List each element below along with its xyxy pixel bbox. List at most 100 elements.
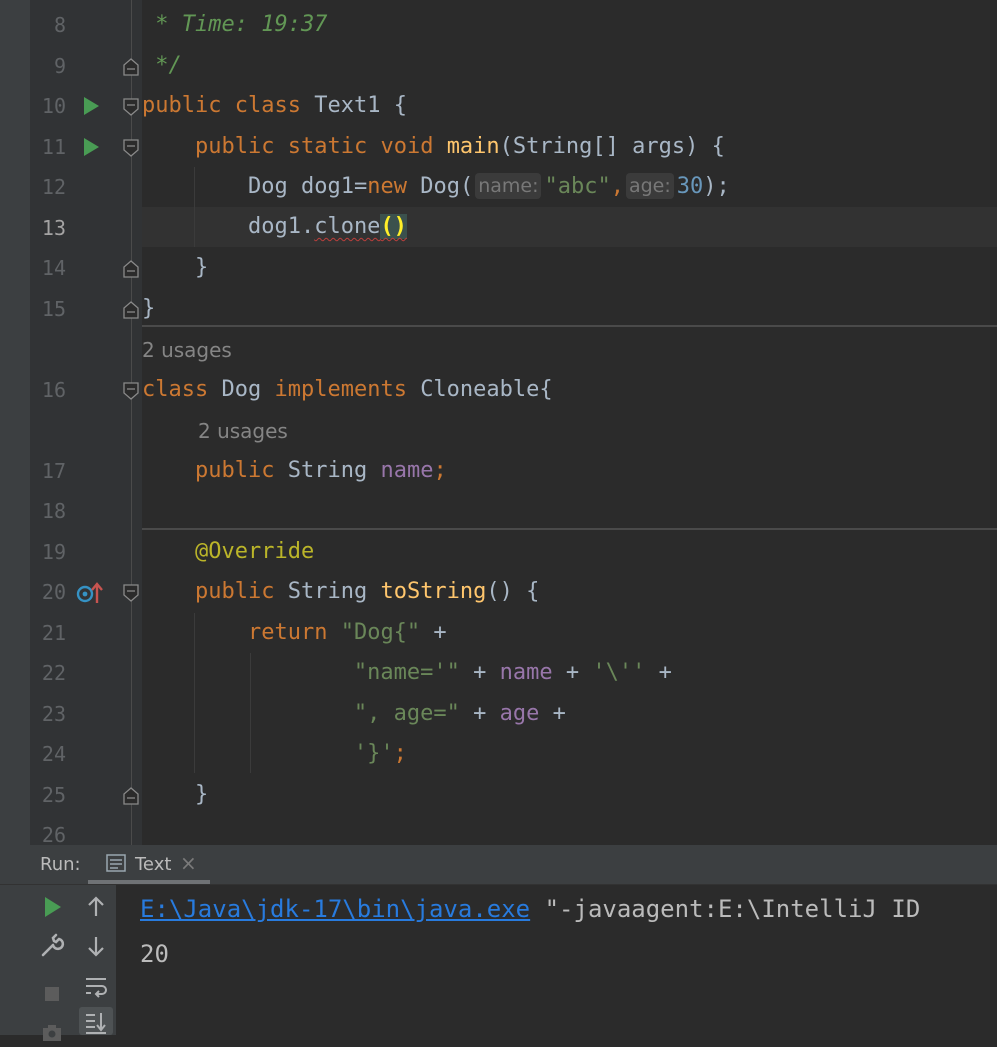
line-number: 8 xyxy=(53,13,66,37)
interface-name: Cloneable xyxy=(420,377,540,402)
camera-icon[interactable] xyxy=(38,1019,66,1047)
command-args: "-javaagent:E:\IntelliJ ID xyxy=(530,895,921,923)
code-line-10: public class Text1 { xyxy=(142,86,407,126)
char-literal: '}' xyxy=(353,741,394,766)
code-line-20: public String toString() { xyxy=(142,572,539,612)
method-name: main xyxy=(446,134,500,159)
line-number-current: 13 xyxy=(41,216,66,240)
code-line-17: public String name; xyxy=(142,451,447,491)
usages-inlay[interactable]: 2 usages xyxy=(198,411,288,451)
class-name: Dog xyxy=(221,377,262,402)
fold-start-icon[interactable] xyxy=(123,139,139,157)
char-literal: '\'' xyxy=(592,660,646,685)
rerun-icon[interactable] xyxy=(38,893,66,921)
brace: } xyxy=(194,782,209,807)
console-line-command: E:\Java\jdk-17\bin\java.exe "-javaagent:… xyxy=(140,889,920,929)
operator: + xyxy=(459,660,500,685)
run-panel-header: Run: Text × xyxy=(0,845,997,885)
class-name: Text1 xyxy=(314,93,381,118)
keyword: static xyxy=(287,134,368,159)
brace: } xyxy=(142,296,156,321)
code-line-19: @Override xyxy=(142,532,314,572)
line-number: 9 xyxy=(53,54,66,78)
settings-wrench-icon[interactable] xyxy=(38,932,66,960)
string-literal: "Dog{" xyxy=(340,620,421,645)
code-line-24: '}'; xyxy=(142,734,407,774)
field-name: age xyxy=(499,701,540,726)
console-output-line: 20 xyxy=(140,940,169,968)
keyword: new xyxy=(367,174,407,199)
param-hint-name: name: xyxy=(475,173,542,199)
keyword: void xyxy=(380,134,434,159)
fold-start-icon[interactable] xyxy=(123,98,139,116)
comma: , xyxy=(610,174,624,199)
soft-wrap-icon[interactable] xyxy=(82,972,110,1000)
fold-end-icon[interactable] xyxy=(123,58,139,76)
code-line-25: } xyxy=(142,775,208,815)
line-number: 24 xyxy=(41,742,66,766)
variable: dog1= xyxy=(300,174,368,199)
operator: + xyxy=(420,620,447,645)
brace: { xyxy=(539,377,553,402)
stop-icon[interactable] xyxy=(38,980,66,1008)
keyword: public xyxy=(194,134,275,159)
type: String xyxy=(287,579,368,604)
matched-parens: () xyxy=(380,214,407,239)
object-ref: dog1. xyxy=(247,214,315,239)
code-line-8: * Time: 19:37 xyxy=(142,12,328,37)
keyword: class xyxy=(142,377,209,402)
close-icon[interactable]: × xyxy=(180,851,197,875)
usages-inlay[interactable]: 2 usages xyxy=(142,330,232,370)
line-number: 16 xyxy=(41,378,66,402)
brace: } xyxy=(194,255,209,280)
params: () { xyxy=(486,579,540,604)
operator: + xyxy=(539,701,566,726)
operator: + xyxy=(459,701,500,726)
line-number: 25 xyxy=(41,783,66,807)
operator: + xyxy=(645,660,672,685)
semicolon: ; xyxy=(433,458,447,483)
console-tab-icon xyxy=(106,854,126,872)
fold-start-icon[interactable] xyxy=(123,382,139,400)
string-literal: "abc" xyxy=(544,174,611,199)
constructor: Dog( xyxy=(420,174,474,199)
method-separator xyxy=(142,528,997,530)
scroll-down-icon[interactable] xyxy=(82,932,110,960)
java-exe-link[interactable]: E:\Java\jdk-17\bin\java.exe xyxy=(140,895,530,923)
fold-end-icon[interactable] xyxy=(123,787,139,805)
string-literal: "name='" xyxy=(353,660,460,685)
type: String xyxy=(287,458,368,483)
code-line-23: ", age=" + age + xyxy=(142,694,566,734)
scroll-to-end-icon[interactable] xyxy=(82,1009,110,1037)
keyword: implements xyxy=(274,377,407,402)
code-line-14: } xyxy=(142,248,208,288)
number-literal: 30 xyxy=(676,174,704,199)
keyword: public xyxy=(194,579,275,604)
line-number: 15 xyxy=(41,297,66,321)
run-class-icon[interactable] xyxy=(82,96,100,116)
override-method-icon[interactable] xyxy=(76,580,104,606)
run-tab-label[interactable]: Text xyxy=(135,854,171,875)
keyword: public xyxy=(142,93,222,118)
line-number: 21 xyxy=(41,621,66,645)
fold-start-icon[interactable] xyxy=(123,584,139,602)
line-number: 11 xyxy=(41,135,66,159)
line-number: 26 xyxy=(41,823,66,845)
code-line-21: return "Dog{" + xyxy=(142,613,447,653)
run-main-icon[interactable] xyxy=(82,137,100,157)
line-number: 18 xyxy=(41,499,66,523)
code-line-11: public static void main(String[] args) { xyxy=(142,127,725,167)
line-number: 22 xyxy=(41,661,66,685)
method-call-error: clone xyxy=(314,214,381,239)
fold-end-icon[interactable] xyxy=(123,260,139,278)
code-line-13[interactable]: dog1.clone() xyxy=(142,207,407,247)
brace: { xyxy=(393,93,407,118)
string-literal: ", age=" xyxy=(353,701,460,726)
field-name: name xyxy=(499,660,553,685)
code-editor[interactable]: 8 9 10 11 12 13 14 15 16 17 18 19 20 21 … xyxy=(0,0,997,845)
fold-end-icon[interactable] xyxy=(123,301,139,319)
line-number: 23 xyxy=(41,702,66,726)
line-number: 10 xyxy=(41,94,66,118)
scroll-up-icon[interactable] xyxy=(82,893,110,921)
run-label: Run: xyxy=(40,854,81,875)
